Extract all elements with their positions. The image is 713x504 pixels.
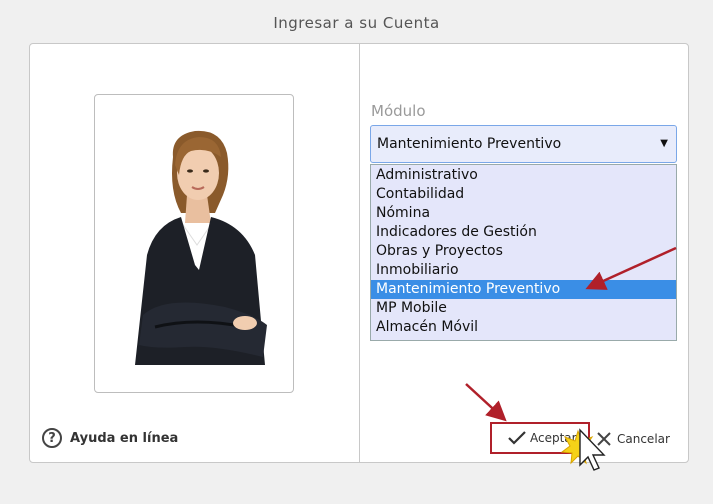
- close-icon: [597, 432, 611, 446]
- businesswoman-illustration: [135, 130, 267, 365]
- module-dropdown-list[interactable]: Administrativo Contabilidad Nómina Indic…: [370, 164, 677, 341]
- panel-divider: [359, 44, 360, 462]
- caret-down-icon: ▼: [660, 138, 668, 149]
- user-photo: [94, 94, 294, 393]
- dropdown-option-selected[interactable]: Mantenimiento Preventivo: [371, 280, 676, 299]
- dropdown-option[interactable]: Contabilidad: [371, 185, 676, 204]
- module-label: Módulo: [371, 102, 426, 120]
- dropdown-option[interactable]: Inmobiliario: [371, 261, 676, 280]
- help-link[interactable]: ? Ayuda en línea: [42, 428, 178, 448]
- accept-button-label: Aceptar: [530, 431, 577, 445]
- module-select[interactable]: Mantenimiento Preventivo ▼: [370, 125, 677, 163]
- cancel-button-label: Cancelar: [617, 432, 670, 446]
- question-circle-icon: ?: [42, 428, 62, 448]
- dropdown-option[interactable]: Nómina: [371, 204, 676, 223]
- dropdown-option[interactable]: Obras y Proyectos: [371, 242, 676, 261]
- login-panel: ? Ayuda en línea Módulo Mantenimiento Pr…: [29, 43, 689, 463]
- dialog-title: Ingresar a su Cuenta: [273, 14, 440, 32]
- checkmark-icon: [508, 431, 526, 445]
- dropdown-option[interactable]: Almacén Móvil: [371, 318, 676, 337]
- dropdown-option[interactable]: Indicadores de Gestión: [371, 223, 676, 242]
- dropdown-option[interactable]: MP Mobile: [371, 299, 676, 318]
- help-link-label: Ayuda en línea: [70, 430, 179, 446]
- dropdown-option[interactable]: Administrativo: [371, 166, 676, 185]
- module-select-value: Mantenimiento Preventivo: [377, 136, 562, 152]
- accept-button[interactable]: Aceptar: [490, 422, 590, 454]
- cancel-button[interactable]: Cancelar: [596, 426, 670, 452]
